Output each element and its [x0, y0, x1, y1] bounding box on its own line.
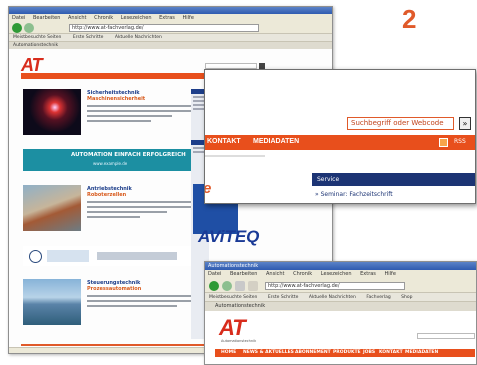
forward-icon[interactable]	[24, 23, 34, 33]
nav-jobs[interactable]: JOBS	[363, 350, 375, 355]
article-subtitle: Prozessautomation	[87, 286, 142, 292]
article-image	[23, 185, 81, 231]
nav-extra[interactable]: RSS	[454, 138, 466, 145]
bookmark-item[interactable]: Shop	[401, 295, 412, 300]
menu-chronik[interactable]: Chronik	[293, 271, 312, 277]
menu-lesezeichen[interactable]: Lesezeichen	[321, 271, 352, 277]
home-icon[interactable]	[248, 281, 258, 291]
article-teaser[interactable]: Sicherheitstechnik Maschinensicherheit	[23, 89, 193, 141]
browser-toolbar: http://www.at-fachverlag.de/	[205, 279, 476, 293]
reload-icon[interactable]	[235, 281, 245, 291]
forward-icon[interactable]	[222, 281, 232, 291]
nav-mediadaten[interactable]: MEDIADATEN	[405, 350, 438, 355]
ad-banner[interactable]: AUTOMATION EINFACH ERFOLGREICH www.examp…	[23, 149, 193, 171]
banner-title: AUTOMATION EINFACH ERFOLGREICH	[71, 152, 186, 158]
site-tagline: Automationstechnik	[221, 339, 257, 343]
nav-kontakt[interactable]: KONTAKT	[379, 350, 403, 355]
bookmark-item[interactable]: Erste Schritte	[268, 295, 299, 300]
nav-abonnement[interactable]: ABONNEMENT	[295, 350, 331, 355]
web-page: AT Automationstechnik HOME NEWS & AKTUEL…	[205, 311, 476, 364]
site-logo[interactable]: AT	[219, 315, 246, 341]
menu-ansicht[interactable]: Ansicht	[68, 15, 86, 21]
window-title: Automationstechnik	[205, 262, 476, 270]
browser-tab[interactable]: Automationstechnik	[9, 42, 332, 49]
menu-bearbeiten[interactable]: Bearbeiten	[230, 271, 257, 277]
main-nav-bar: KONTAKT MEDIADATEN RSS	[205, 135, 475, 150]
zoom-overlay: Suchbegriff oder Webcode » KONTAKT MEDIA…	[204, 69, 476, 204]
car-image	[47, 250, 89, 262]
browser-window-low: Automationstechnik Datei Bearbeiten Ansi…	[204, 261, 477, 365]
browser-menubar: Datei Bearbeiten Ansicht Chronik Lesezei…	[205, 270, 476, 279]
bookmarks-bar: Meistbesuchte Seiten Erste Schritte Aktu…	[205, 293, 476, 302]
screenshot-collage: 2 Datei Bearbeiten Ansicht Chronik Lesez…	[0, 0, 477, 365]
menu-extras[interactable]: Extras	[159, 15, 175, 21]
site-search-input[interactable]	[417, 333, 475, 339]
banner-subtitle: www.example.de	[93, 161, 128, 166]
menu-datei[interactable]: Datei	[12, 15, 25, 21]
bookmark-item[interactable]: Fachverlag	[366, 295, 390, 300]
nav-kontakt[interactable]: KONTAKT	[207, 138, 241, 145]
menu-ansicht[interactable]: Ansicht	[266, 271, 284, 277]
site-nav-bar: HOME NEWS & AKTUELLES ABONNEMENT PRODUKT…	[215, 349, 475, 357]
article-teaser[interactable]: Steuerungstechnik Prozessautomation	[23, 279, 193, 331]
bookmark-item[interactable]: Aktuelle Nachrichten	[115, 35, 162, 40]
menu-bearbeiten[interactable]: Bearbeiten	[33, 15, 60, 21]
article-subtitle: Roboterzellen	[87, 192, 127, 198]
menu-extras[interactable]: Extras	[360, 271, 376, 277]
back-icon[interactable]	[209, 281, 219, 291]
browser-menubar: Datei Bearbeiten Ansicht Chronik Lesezei…	[9, 14, 332, 22]
rss-icon[interactable]	[439, 138, 448, 147]
window-titlebar	[9, 7, 332, 14]
menu-datei[interactable]: Datei	[208, 271, 221, 277]
service-link[interactable]: » Seminar: Fachzeitschrift	[315, 191, 393, 198]
bookmark-item[interactable]: Meistbesuchte Seiten	[13, 35, 61, 40]
menu-hilfe[interactable]: Hilfe	[183, 15, 194, 21]
service-box-header: Service	[312, 173, 475, 186]
menu-lesezeichen[interactable]: Lesezeichen	[121, 15, 152, 21]
browser-tab[interactable]: Automationstechnik	[205, 302, 476, 311]
address-bar[interactable]: http://www.at-fachverlag.de/	[265, 282, 405, 290]
back-icon[interactable]	[12, 23, 22, 33]
aviteq-logo[interactable]: AViTEQ	[198, 227, 259, 247]
browser-toolbar: http://www.at-fachverlag.de/	[9, 22, 332, 34]
menu-hilfe[interactable]: Hilfe	[385, 271, 396, 277]
menu-chronik[interactable]: Chronik	[94, 15, 113, 21]
article-image	[23, 89, 81, 135]
car-brand-icon	[29, 250, 42, 263]
bookmarks-bar: Meistbesuchte Seiten Erste Schritte Aktu…	[9, 34, 332, 42]
article-image	[23, 279, 81, 325]
address-bar[interactable]: http://www.at-fachverlag.de/	[69, 24, 259, 32]
ad-banner-car[interactable]	[23, 246, 193, 266]
bookmark-item[interactable]: Meistbesuchte Seiten	[209, 295, 257, 300]
step-number: 2	[402, 4, 417, 34]
nav-home[interactable]: HOME	[221, 350, 236, 355]
bookmark-item[interactable]: Erste Schritte	[73, 35, 104, 40]
article-subtitle: Maschinensicherheit	[87, 96, 146, 102]
partial-heading: e	[205, 180, 211, 197]
nav-news[interactable]: NEWS & AKTUELLES	[243, 350, 294, 355]
search-input[interactable]: Suchbegriff oder Webcode	[347, 117, 454, 130]
article-teaser[interactable]: Antriebstechnik Roboterzellen	[23, 185, 193, 237]
search-submit-button[interactable]: »	[459, 117, 471, 130]
nav-produkte[interactable]: PRODUKTE	[333, 350, 361, 355]
bookmark-item[interactable]: Aktuelle Nachrichten	[309, 295, 356, 300]
nav-mediadaten[interactable]: MEDIADATEN	[253, 138, 299, 145]
